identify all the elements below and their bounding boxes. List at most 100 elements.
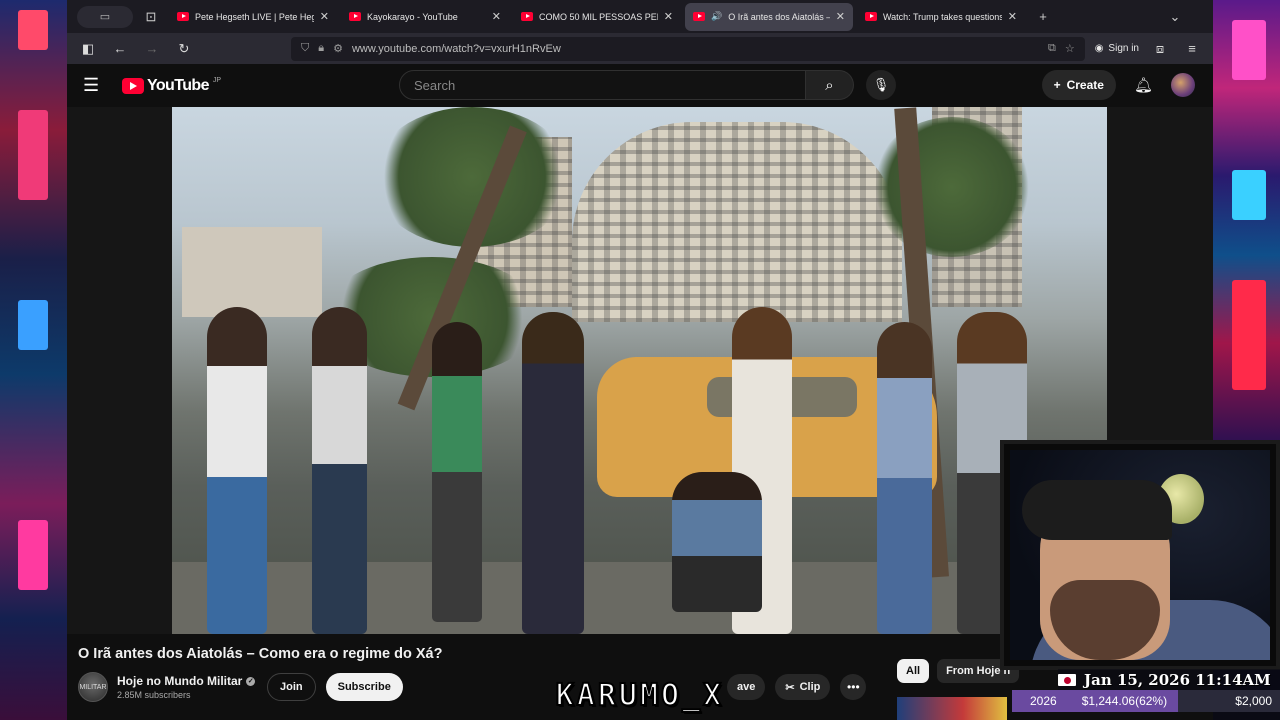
tab-title: Kayokarayo - YouTube	[367, 11, 458, 22]
curved-building-image	[572, 122, 902, 322]
search-button[interactable]: ⌕	[806, 70, 854, 100]
chevron-down-icon: ⌄	[1169, 8, 1181, 24]
tab-4[interactable]: Watch: Trump takes questions, ✕	[857, 3, 1025, 31]
related-video-thumbnail[interactable]	[897, 697, 1007, 720]
tab-overview-icon: ▭	[99, 11, 111, 23]
japan-flag-icon	[1058, 674, 1076, 686]
channel-avatar-text: MILITAR	[79, 683, 107, 691]
goal-year: 2026	[1030, 694, 1057, 708]
hamburger-menu-icon[interactable]: ☰	[83, 75, 105, 96]
notifications-bell-icon[interactable]: 🔔︎	[1134, 76, 1153, 94]
nav-toolbar: ◧ ← → ↻ ⛉ 🔒︎ ⚙ www.youtube.com/watch?v=v…	[67, 33, 1213, 64]
lock-icon[interactable]: 🔒︎	[318, 42, 324, 55]
close-icon[interactable]: ✕	[836, 10, 845, 23]
header-actions: + Create 🔔︎	[1041, 70, 1195, 100]
voice-search-button[interactable]: 🎙︎	[866, 70, 896, 100]
webcam-overlay	[1000, 440, 1280, 670]
person-image	[522, 312, 584, 634]
youtube-favicon-icon	[349, 12, 361, 21]
url-text[interactable]: www.youtube.com/watch?v=vxurH1nRvEw	[352, 43, 1039, 55]
low-building-image	[182, 227, 322, 317]
video-frame[interactable]	[172, 107, 1107, 634]
account-avatar[interactable]	[1171, 73, 1195, 97]
tab-title: Pete Hegseth LIVE | Pete Hegse	[195, 11, 314, 22]
url-bar[interactable]: ⛉ 🔒︎ ⚙ www.youtube.com/watch?v=vxurH1nRv…	[291, 36, 1085, 61]
person-image	[432, 322, 482, 622]
new-tab-button[interactable]: +	[1029, 6, 1057, 28]
plus-icon: +	[1053, 78, 1061, 92]
speaker-icon[interactable]: 🔊	[711, 11, 722, 22]
youtube-favicon-icon	[521, 12, 533, 21]
clip-label: Clip	[799, 681, 821, 693]
join-button[interactable]: Join	[267, 673, 316, 701]
back-button[interactable]: ←	[109, 41, 131, 56]
youtube-wordmark: YouTube	[147, 76, 209, 94]
tab-0[interactable]: Pete Hegseth LIVE | Pete Hegse ✕	[169, 3, 337, 31]
tab-list-dropdown[interactable]: ⌄	[1161, 6, 1189, 28]
sidebar-toggle-icon[interactable]: ◧	[77, 41, 99, 57]
create-label: Create	[1066, 78, 1104, 92]
close-icon[interactable]: ✕	[320, 10, 329, 23]
person-image	[672, 472, 762, 612]
channel-meta: Hoje no Mundo Militar ✓ 2.85M subscriber…	[117, 674, 267, 700]
youtube-favicon-icon	[693, 12, 705, 21]
tab-title: Watch: Trump takes questions,	[883, 11, 1002, 22]
channel-avatar[interactable]: MILITAR	[78, 672, 108, 702]
person-image	[312, 307, 367, 634]
search-icon: ⌕	[825, 76, 834, 94]
bookmark-star-icon[interactable]: ☆	[1065, 42, 1075, 55]
tab-title: O Irã antes dos Aiatolás – C	[728, 11, 830, 22]
streamer-watermark: KARUMO_X	[555, 677, 725, 714]
youtube-play-icon	[122, 77, 144, 94]
screen: ▭ ⊡ Pete Hegseth LIVE | Pete Hegse ✕ Kay…	[0, 0, 1280, 720]
youtube-favicon-icon	[177, 12, 189, 21]
extensions-icon[interactable]: ⧈	[1149, 41, 1171, 57]
tab-groups-button[interactable]: ▭	[77, 5, 133, 28]
scissors-icon: ✂	[785, 681, 795, 694]
neon-backdrop-right	[1213, 0, 1280, 440]
subscribe-button[interactable]: Subscribe	[325, 673, 403, 701]
account-icon: ◉	[1094, 43, 1104, 54]
sign-in-label: Sign in	[1108, 43, 1139, 54]
youtube-favicon-icon	[865, 12, 877, 21]
tab-list-button[interactable]: ⊡	[137, 6, 165, 28]
tab-strip: ▭ ⊡ Pete Hegseth LIVE | Pete Hegse ✕ Kay…	[67, 0, 1213, 33]
permissions-icon[interactable]: ⚙	[333, 42, 343, 55]
search-bar: Search ⌕ 🎙︎	[399, 70, 896, 100]
clip-button[interactable]: ✂ Clip	[775, 674, 831, 700]
app-menu-icon[interactable]: ≡	[1181, 41, 1203, 56]
box-icon: ⊡	[145, 8, 157, 24]
subscriber-count: 2.85M subscribers	[117, 690, 191, 700]
streamer-cap-image	[1022, 480, 1172, 540]
reload-button[interactable]: ↻	[173, 41, 195, 57]
tab-title: COMO 50 MIL PESSOAS PERDE	[539, 11, 658, 22]
search-input[interactable]: Search	[399, 70, 806, 100]
forward-button[interactable]: →	[141, 41, 163, 56]
tab-1[interactable]: Kayokarayo - YouTube ✕	[341, 3, 509, 31]
goal-target: $2,000	[1235, 694, 1272, 708]
close-icon[interactable]: ✕	[1008, 10, 1017, 23]
channel-name-link[interactable]: Hoje no Mundo Militar ✓	[117, 674, 267, 688]
person-image	[207, 307, 267, 634]
close-icon[interactable]: ✕	[664, 10, 673, 23]
youtube-logo[interactable]: YouTube JP	[122, 77, 221, 95]
channel-name: Hoje no Mundo Militar	[117, 674, 243, 688]
date-time-text: Jan 15, 2026 11:14AM	[1084, 671, 1271, 689]
close-icon[interactable]: ✕	[492, 10, 501, 23]
verified-check-icon: ✓	[246, 676, 256, 686]
shield-icon[interactable]: ⛉	[301, 42, 309, 55]
goal-amount: $1,244.06(62%)	[1081, 694, 1168, 708]
region-code: JP	[212, 77, 222, 84]
person-image	[877, 322, 932, 634]
tab-2[interactable]: COMO 50 MIL PESSOAS PERDE ✕	[513, 3, 681, 31]
tab-3-active[interactable]: 🔊 O Irã antes dos Aiatolás – C ✕	[685, 2, 853, 31]
sign-in-button[interactable]: ◉ Sign in	[1095, 43, 1139, 54]
channel-row: MILITAR Hoje no Mundo Militar ✓ 2.85M su…	[78, 672, 403, 702]
create-button[interactable]: + Create	[1041, 70, 1116, 100]
neon-backdrop-left	[0, 0, 67, 720]
microphone-icon: 🎙︎	[872, 77, 890, 92]
chip-all[interactable]: All	[897, 659, 930, 683]
more-actions-button[interactable]: •••	[840, 674, 867, 700]
webcam-feed	[1010, 450, 1270, 660]
picture-in-picture-icon[interactable]: ⧉	[1048, 42, 1056, 55]
